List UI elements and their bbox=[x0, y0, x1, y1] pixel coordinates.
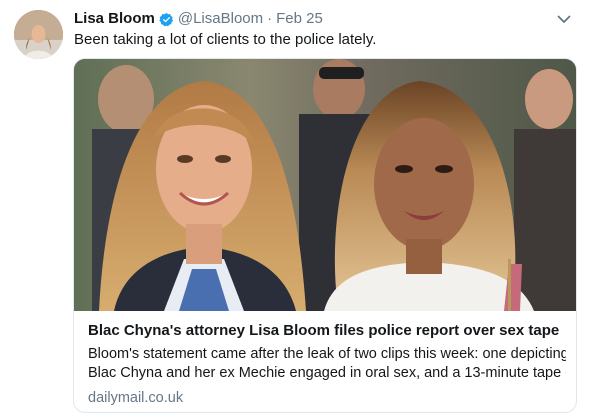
card-description: Bloom's statement came after the leak of… bbox=[88, 345, 566, 383]
card-photo bbox=[74, 59, 576, 311]
tweet[interactable]: Lisa Bloom @LisaBloom · Feb 25 Been taki… bbox=[0, 0, 589, 418]
card-body: Blac Chyna's attorney Lisa Bloom files p… bbox=[88, 321, 566, 408]
tweet-timestamp[interactable]: Feb 25 bbox=[276, 9, 323, 29]
card-domain[interactable]: dailymail.co.uk bbox=[88, 389, 566, 408]
tweet-header: Lisa Bloom @LisaBloom · Feb 25 bbox=[74, 9, 323, 29]
display-name[interactable]: Lisa Bloom bbox=[74, 9, 155, 29]
tweet-text: Been taking a lot of clients to the poli… bbox=[74, 31, 377, 48]
avatar[interactable] bbox=[14, 10, 63, 59]
card-description-line: Blac Chyna and her ex Mechie engaged in … bbox=[88, 365, 566, 381]
chevron-down-icon[interactable] bbox=[556, 11, 572, 27]
user-handle[interactable]: @LisaBloom bbox=[178, 9, 263, 29]
link-preview-card[interactable]: Blac Chyna's attorney Lisa Bloom files p… bbox=[73, 58, 577, 413]
verified-badge-icon bbox=[159, 12, 174, 27]
card-title[interactable]: Blac Chyna's attorney Lisa Bloom files p… bbox=[88, 321, 566, 340]
card-description-line: Bloom's statement came after the leak of… bbox=[88, 346, 566, 362]
separator-dot: · bbox=[267, 10, 273, 27]
